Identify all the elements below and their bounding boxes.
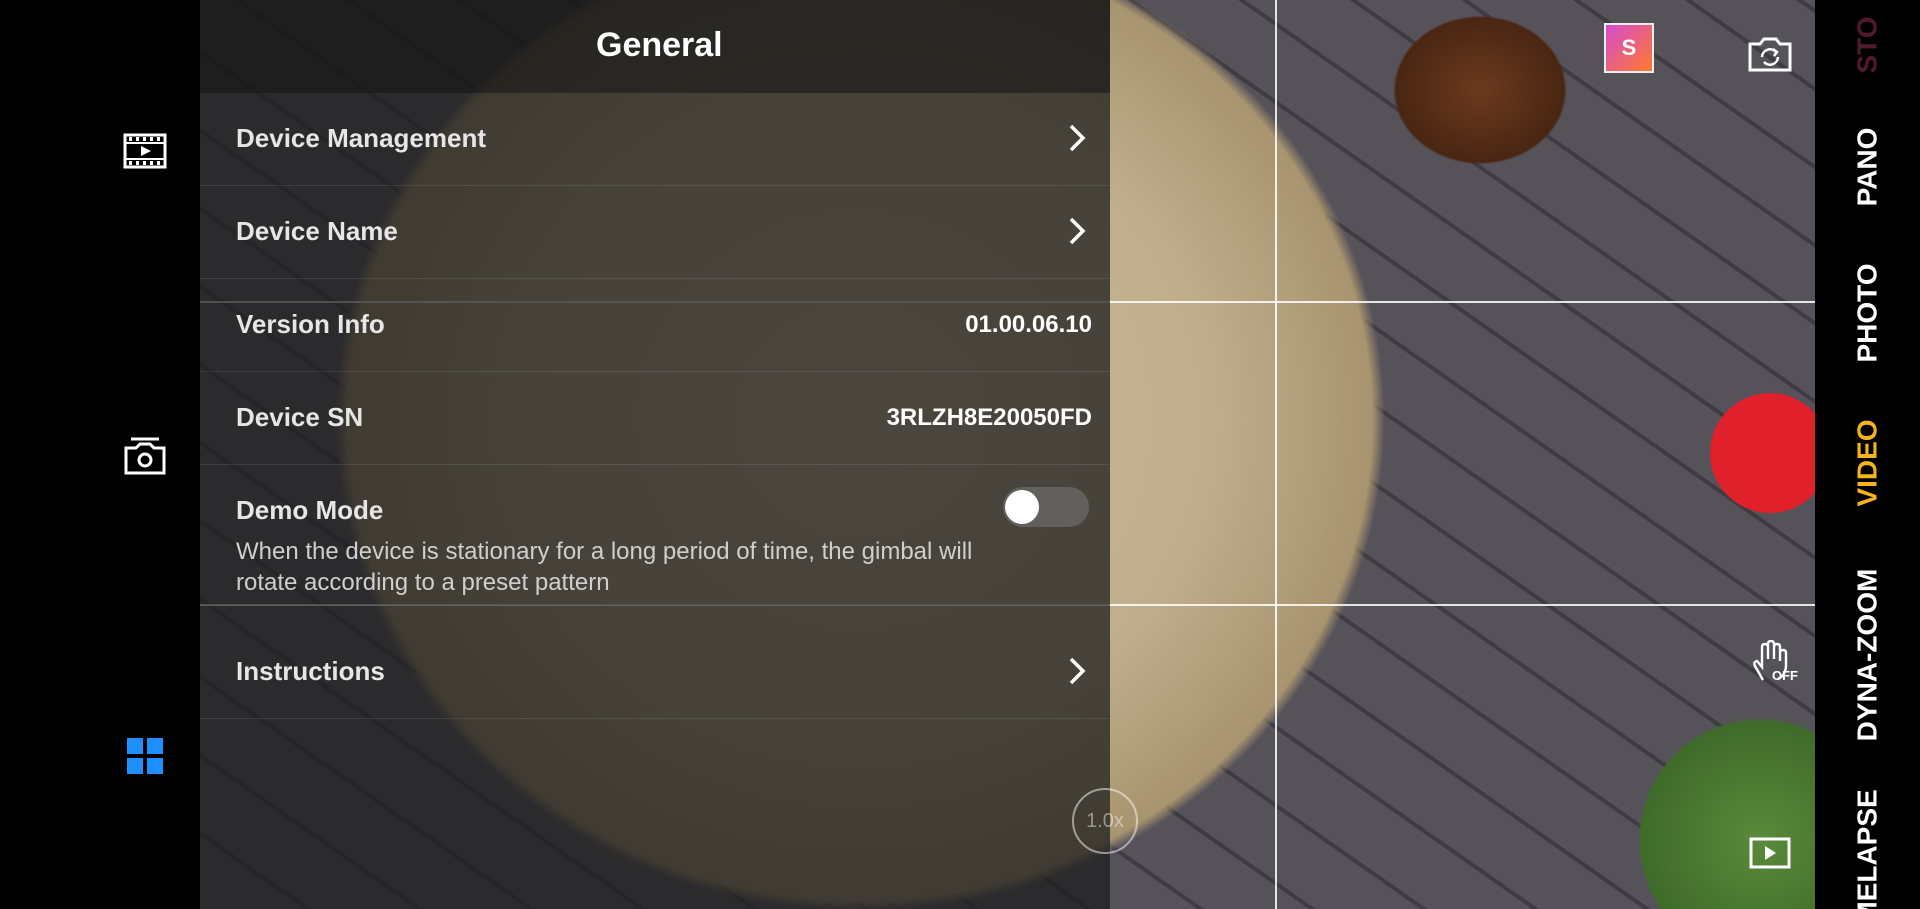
camera-snapshot-icon[interactable] xyxy=(122,433,168,479)
demo-mode-toggle[interactable] xyxy=(1003,487,1089,527)
settings-panel: General Device Management Device Name Ve… xyxy=(200,0,1110,909)
demo-mode-description: When the device is stationary for a long… xyxy=(236,538,973,596)
zoom-level-badge[interactable]: 1.0x xyxy=(1072,788,1138,854)
row-version-info: Version Info 01.00.06.10 xyxy=(200,279,1110,372)
mode-item-timelapse[interactable]: MELAPSE xyxy=(1815,782,1920,909)
page-title: General xyxy=(596,26,723,64)
record-button[interactable] xyxy=(1710,393,1830,513)
grid-apps-icon[interactable] xyxy=(122,733,168,779)
chevron-right-icon xyxy=(1069,124,1086,152)
gesture-control-button[interactable]: OFF xyxy=(1742,638,1800,688)
row-device-name[interactable]: Device Name xyxy=(200,186,1110,279)
row-label: Device Management xyxy=(236,123,486,153)
row-device-management[interactable]: Device Management xyxy=(200,93,1110,186)
mode-item-pano[interactable]: PANO xyxy=(1815,112,1920,222)
version-value: 01.00.06.10 xyxy=(965,311,1092,338)
mode-item-story[interactable]: STO xyxy=(1815,0,1920,100)
serial-number-value: 3RLZH8E20050FD xyxy=(886,404,1092,431)
row-instructions[interactable]: Instructions xyxy=(200,626,1110,719)
row-label: Instructions xyxy=(236,656,385,686)
playback-icon[interactable] xyxy=(1748,836,1792,870)
chevron-right-icon xyxy=(1069,657,1086,685)
row-device-sn: Device SN 3RLZH8E20050FD xyxy=(200,372,1110,465)
toggle-knob xyxy=(1005,490,1039,524)
gesture-status: OFF xyxy=(1772,668,1798,683)
chevron-right-icon xyxy=(1069,217,1086,245)
camera-flip-icon[interactable] xyxy=(1746,32,1794,76)
row-demo-mode: Demo Mode When the device is stationary … xyxy=(200,465,1110,606)
grid-line-vertical xyxy=(1275,0,1277,909)
account-avatar[interactable]: S xyxy=(1604,23,1654,73)
mode-item-dyna-zoom[interactable]: DYNA-ZOOM xyxy=(1815,555,1920,755)
row-label: Device SN xyxy=(236,402,364,432)
row-label: Device Name xyxy=(236,216,398,246)
row-label: Version Info xyxy=(236,309,385,339)
mode-item-video[interactable]: VIDEO xyxy=(1815,398,1920,528)
row-label: Demo Mode xyxy=(236,495,384,525)
mode-item-photo[interactable]: PHOTO xyxy=(1815,248,1920,378)
film-playback-icon[interactable] xyxy=(122,128,168,174)
left-rail xyxy=(0,0,200,909)
mode-selector: STO PANO PHOTO VIDEO DYNA-ZOOM MELAPSE xyxy=(1815,0,1920,909)
